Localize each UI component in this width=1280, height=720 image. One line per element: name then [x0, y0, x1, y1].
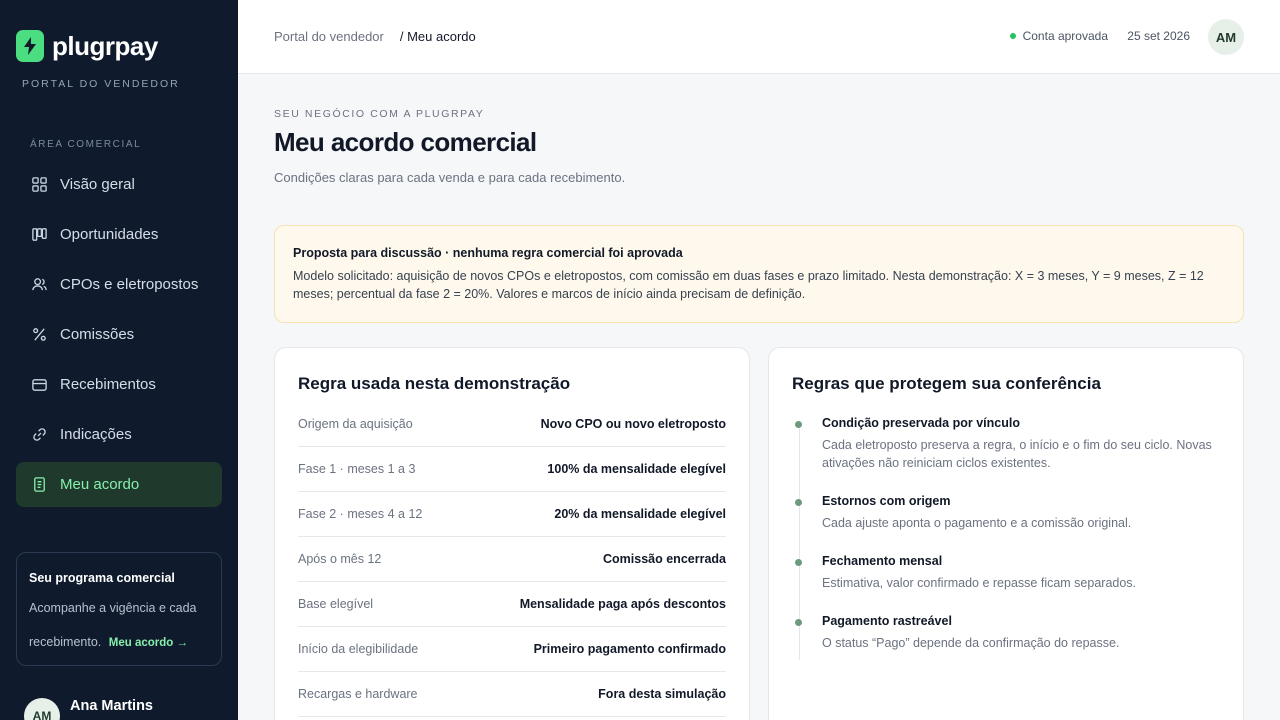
sidebar-item-cpos[interactable]: CPOs e eletropostos [16, 262, 222, 307]
list-item-text: Estimativa, valor confirmado e repasse f… [822, 576, 1137, 590]
rule-value: Primeiro pagamento confirmado [533, 642, 726, 656]
brand-subtitle: PORTAL DO VENDEDOR [22, 78, 180, 90]
sidebar-item-label: Comissões [60, 326, 135, 343]
rules-card-title: Regra usada nesta demonstração [298, 374, 571, 393]
program-promo-card: Seu programa comercial Acompanhe a vigên… [16, 552, 222, 666]
rule-label: Após o mês 12 [298, 552, 382, 566]
timeline-dot-icon [795, 619, 802, 626]
rules-card: Regra usada nesta demonstração Origem da… [274, 347, 750, 720]
sidebar-item-meu-acordo[interactable]: Meu acordo [16, 462, 222, 507]
list-item-title: Fechamento mensal [822, 554, 943, 568]
table-row: Base elegível Mensalidade paga após desc… [298, 582, 726, 627]
sidebar-item-label: Visão geral [60, 176, 135, 193]
status-dot-icon [1009, 33, 1016, 39]
list-item-text: Cada ajuste aponta o pagamento e a comis… [822, 516, 1132, 530]
nav-section-label: ÁREA COMERCIAL [30, 139, 142, 150]
user-profile[interactable]: AM Ana Martins [24, 698, 153, 720]
list-item-title: Estornos com origem [822, 494, 951, 508]
timeline-dot-icon [795, 421, 802, 428]
rule-label: Recargas e hardware [298, 687, 418, 701]
table-row: Após o mês 12 Comissão encerrada [298, 537, 726, 582]
list-item: Estornos com origem Cada ajuste aponta o… [795, 494, 1220, 532]
rule-value: Mensalidade paga após descontos [519, 597, 726, 611]
bolt-icon [16, 30, 44, 62]
list-item-title: Pagamento rastreável [822, 614, 952, 628]
kanban-icon [30, 226, 48, 244]
grid-icon [30, 176, 48, 194]
user-name: Ana Martins [70, 698, 153, 714]
protections-card-title: Regras que protegem sua conferência [792, 374, 1101, 393]
rule-value: Comissão encerrada [603, 552, 726, 566]
timeline-dot-icon [795, 559, 802, 566]
rule-value: 20% da mensalidade elegível [554, 507, 726, 521]
protections-timeline: Condição preservada por vínculo Cada ele… [792, 416, 1220, 660]
sidebar-item-indicacoes[interactable]: Indicações [16, 412, 222, 457]
page-title: Meu acordo comercial [274, 127, 537, 157]
rule-label: Fase 2 · meses 4 a 12 [298, 507, 423, 521]
protections-card: Regras que protegem sua conferência Cond… [768, 347, 1244, 720]
sidebar-item-label: Oportunidades [60, 226, 159, 243]
account-status: Conta aprovada [1009, 29, 1108, 43]
sidebar-item-label: Indicações [60, 426, 132, 443]
table-row: Recargas e hardware Fora desta simulação [298, 672, 726, 717]
avatar[interactable]: AM [1208, 19, 1244, 55]
list-item: Fechamento mensal Estimativa, valor conf… [795, 554, 1220, 592]
topbar: Portal do vendedor / Meu acordo Conta ap… [238, 0, 1280, 74]
table-row: Origem da aquisição Novo CPO ou novo ele… [298, 402, 726, 447]
list-item: Condição preservada por vínculo Cada ele… [795, 416, 1220, 472]
link-icon [30, 426, 48, 444]
wallet-icon [30, 376, 48, 394]
sidebar-item-recebimentos[interactable]: Recebimentos [16, 362, 222, 407]
brand-name: plugrpay [52, 30, 158, 61]
breadcrumb-current: / Meu acordo [399, 29, 476, 44]
table-row: Início da elegibilidade Primeiro pagamen… [298, 627, 726, 672]
timeline-dot-icon [795, 499, 802, 506]
table-row: Fase 1 · meses 1 a 3 100% da mensalidade… [298, 447, 726, 492]
list-item-title: Condição preservada por vínculo [822, 416, 1020, 430]
sidebar-nav: Visão geral Oportunidades CPOs e eletrop… [16, 162, 222, 512]
sidebar-item-label: CPOs e eletropostos [60, 276, 199, 293]
rule-value: Fora desta simulação [598, 687, 726, 701]
notice-title: Proposta para discussão · nenhuma regra … [293, 246, 683, 260]
rule-label: Origem da aquisição [298, 417, 413, 431]
promo-link[interactable]: Meu acordo → [109, 637, 188, 649]
current-date: 25 set 2026 [1127, 29, 1190, 43]
sidebar-item-visao-geral[interactable]: Visão geral [16, 162, 222, 207]
breadcrumb-root[interactable]: Portal do vendedor [274, 29, 384, 44]
rule-label: Base elegível [298, 597, 374, 611]
rule-value: Novo CPO ou novo eletroposto [540, 417, 726, 431]
sidebar-item-label: Meu acordo [60, 476, 140, 493]
page-subtitle: Condições claras para cada venda e para … [274, 170, 626, 185]
rule-value: 100% da mensalidade elegível [547, 462, 726, 476]
sidebar-item-oportunidades[interactable]: Oportunidades [16, 212, 222, 257]
table-row: Fase 2 · meses 4 a 12 20% da mensalidade… [298, 492, 726, 537]
breadcrumb: Portal do vendedor / Meu acordo [274, 29, 476, 44]
list-item-text: Cada eletroposto preserva a regra, o iní… [822, 438, 1212, 470]
list-item-text: O status “Pago” depende da confirmação d… [822, 636, 1120, 650]
promo-title: Seu programa comercial [29, 571, 175, 585]
brand-logo[interactable]: plugrpay [16, 30, 158, 62]
sidebar: plugrpay PORTAL DO VENDEDOR ÁREA COMERCI… [0, 0, 238, 720]
page-eyebrow: SEU NEGÓCIO COM A PLUGRPAY [274, 108, 485, 120]
status-text: Conta aprovada [1022, 29, 1108, 43]
avatar: AM [24, 698, 60, 720]
rule-label: Início da elegibilidade [298, 642, 419, 656]
proposal-notice: Proposta para discussão · nenhuma regra … [274, 225, 1244, 323]
document-icon [30, 476, 48, 494]
percent-icon [30, 326, 48, 344]
rule-label: Fase 1 · meses 1 a 3 [298, 462, 416, 476]
notice-text: Modelo solicitado: aquisição de novos CP… [293, 269, 1204, 301]
users-icon [30, 276, 48, 294]
list-item: Pagamento rastreável O status “Pago” dep… [795, 614, 1220, 652]
promo-text: Acompanhe a vigência e cada recebimento.… [29, 591, 209, 660]
sidebar-item-label: Recebimentos [60, 376, 156, 393]
sidebar-item-comissoes[interactable]: Comissões [16, 312, 222, 357]
